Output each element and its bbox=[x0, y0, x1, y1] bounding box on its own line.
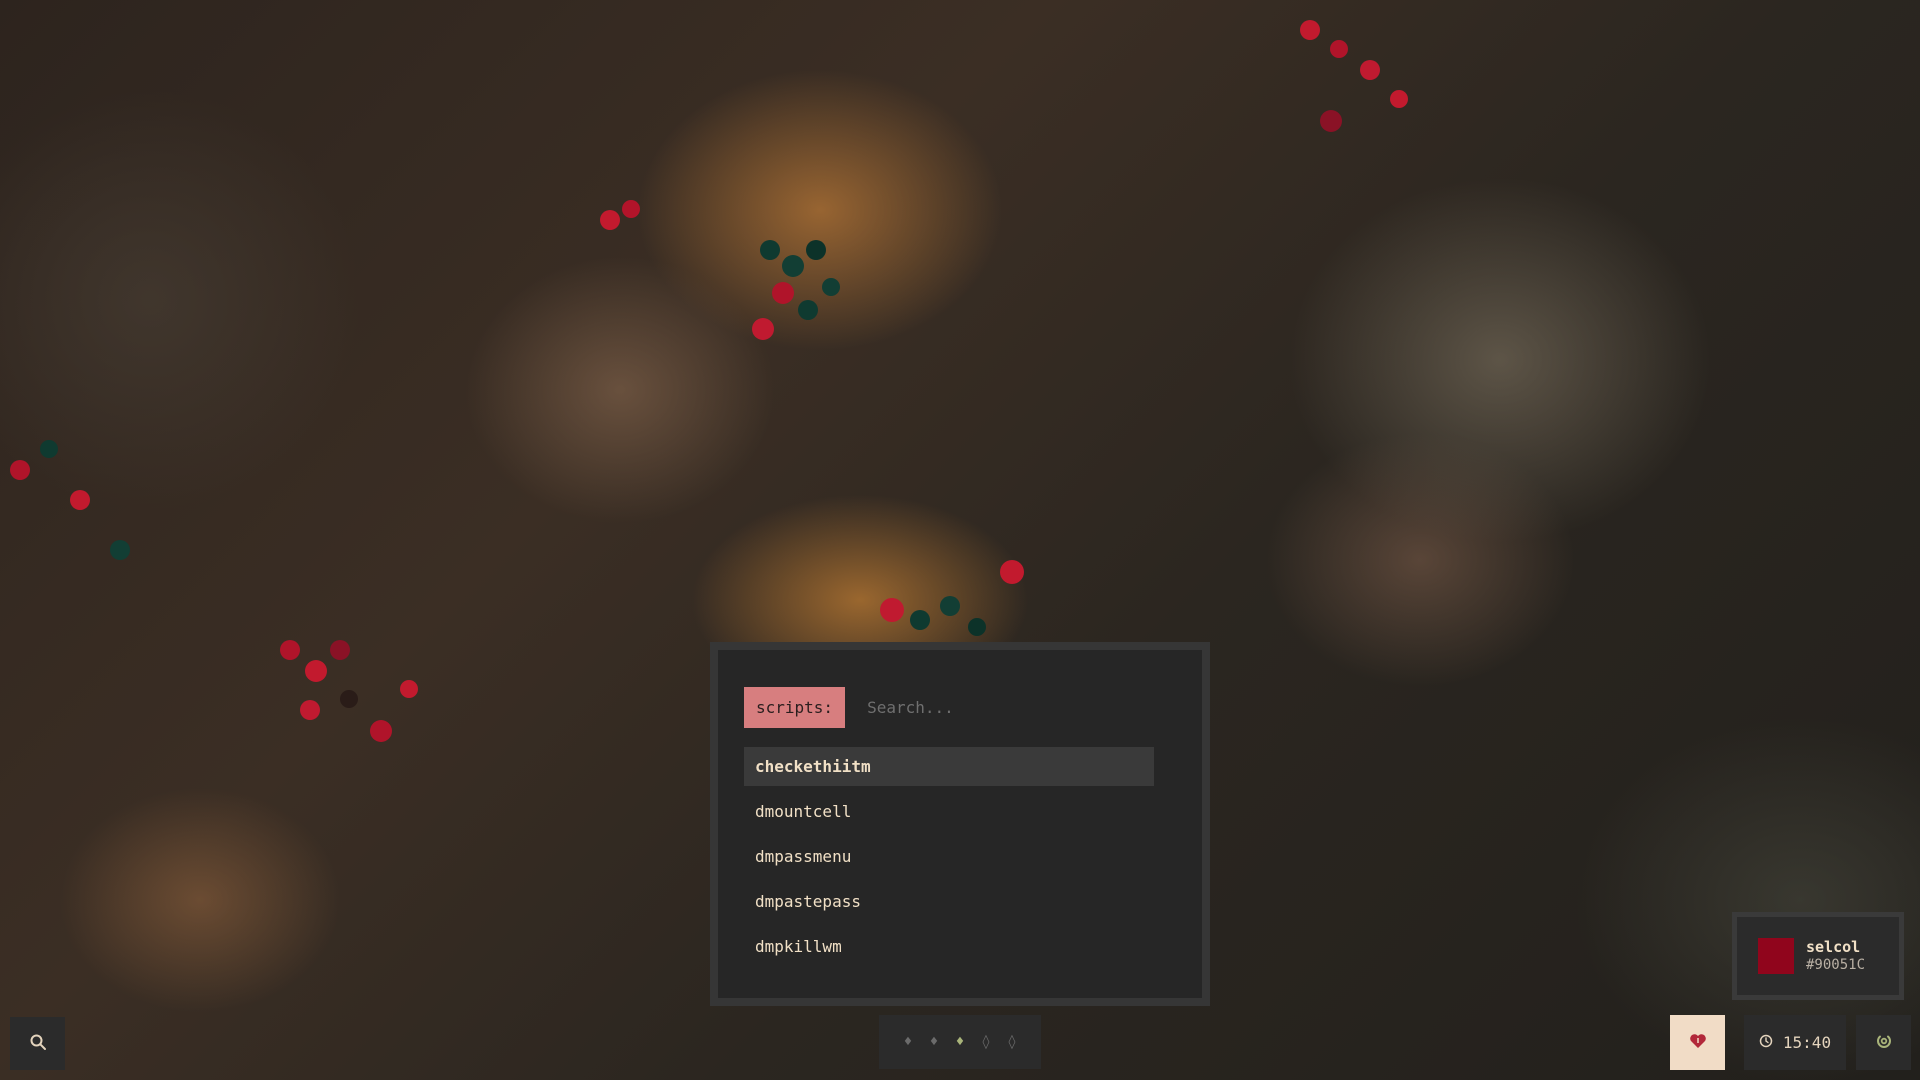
search-icon bbox=[29, 1033, 47, 1055]
result-item[interactable]: dmpassmenu bbox=[744, 837, 1154, 876]
prompt-label: scripts: bbox=[744, 687, 846, 728]
color-picker-card[interactable]: selcol #90051C bbox=[1732, 912, 1904, 1000]
power-icon bbox=[1875, 1032, 1893, 1054]
heart-button[interactable] bbox=[1670, 1015, 1725, 1070]
clock-widget[interactable]: 15:40 bbox=[1744, 1015, 1846, 1070]
result-item[interactable]: dmpkillwm bbox=[744, 927, 1154, 966]
color-name: selcol bbox=[1806, 938, 1861, 956]
result-item[interactable]: dmountcell bbox=[744, 792, 1154, 831]
workspace-5[interactable]: ◊ bbox=[1005, 1034, 1019, 1050]
workspace-2[interactable]: ♦ bbox=[927, 1034, 941, 1050]
launcher-menu: scripts: checkethiitm dmountcell dmpassm… bbox=[710, 642, 1210, 1006]
workspace-3[interactable]: ♦ bbox=[953, 1034, 967, 1050]
search-button[interactable] bbox=[10, 1017, 65, 1070]
workspace-switcher: ♦ ♦ ♦ ◊ ◊ bbox=[879, 1015, 1041, 1069]
color-info: selcol #90051C bbox=[1806, 938, 1865, 974]
search-input[interactable] bbox=[855, 687, 1180, 728]
color-hex: #90051C bbox=[1806, 957, 1866, 973]
workspace-4[interactable]: ◊ bbox=[979, 1034, 993, 1050]
workspace-1[interactable]: ♦ bbox=[901, 1034, 915, 1050]
clock-time: 15:40 bbox=[1782, 1033, 1832, 1052]
desktop-wallpaper: scripts: checkethiitm dmountcell dmpassm… bbox=[0, 0, 1920, 1080]
results-list: checkethiitm dmountcell dmpassmenu dmpas… bbox=[744, 747, 1154, 972]
prompt-row: scripts: bbox=[744, 687, 1180, 728]
result-item[interactable]: checkethiitm bbox=[744, 747, 1154, 786]
clock-icon bbox=[1759, 1033, 1773, 1052]
result-item[interactable]: dmpastepass bbox=[744, 882, 1154, 921]
color-swatch bbox=[1758, 938, 1794, 974]
heart-icon bbox=[1689, 1033, 1707, 1053]
power-button[interactable] bbox=[1856, 1015, 1911, 1070]
